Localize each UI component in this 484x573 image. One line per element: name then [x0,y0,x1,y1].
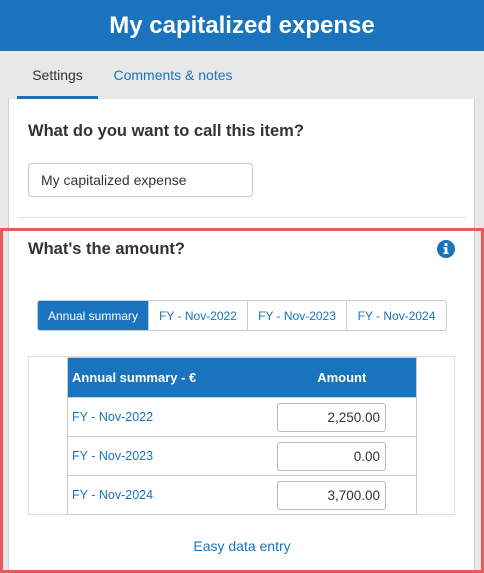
amount-input[interactable] [277,441,386,471]
tab-settings[interactable]: Settings [17,51,98,99]
segment-annual-summary[interactable]: Annual summary [38,301,149,330]
table-row: FY - Nov-2024 [67,475,417,515]
item-name-question: What do you want to call this item? [28,122,304,140]
tab-bar: Settings Comments & notes [0,51,484,99]
segment-fy-nov-2024[interactable]: FY - Nov-2024 [347,301,446,330]
item-name-input[interactable] [28,163,253,197]
easy-data-entry-link[interactable]: Easy data entry [0,538,484,554]
period-segmented-control: Annual summary FY - Nov-2022 FY - Nov-20… [37,300,447,331]
table-header-row: Annual summary - € Amount [67,357,417,398]
info-circle-icon[interactable] [437,240,455,258]
amount-input[interactable] [277,402,386,432]
table-row: FY - Nov-2022 [67,397,417,437]
amount-question: What's the amount? [28,240,185,258]
row-label: FY - Nov-2024 [67,475,268,515]
section-divider [18,217,465,218]
tab-comments-notes[interactable]: Comments & notes [103,51,243,99]
segment-fy-nov-2022[interactable]: FY - Nov-2022 [149,301,248,330]
amount-input[interactable] [277,480,386,510]
row-label: FY - Nov-2022 [67,397,268,437]
page-title: My capitalized expense [0,0,484,51]
column-header-amount: Amount [267,357,417,398]
table-row: FY - Nov-2023 [67,436,417,476]
segment-fy-nov-2023[interactable]: FY - Nov-2023 [248,301,347,330]
annual-summary-table: Annual summary - € Amount FY - Nov-2022 … [67,357,417,515]
column-header-period: Annual summary - € [67,357,268,398]
row-label: FY - Nov-2023 [67,436,268,476]
